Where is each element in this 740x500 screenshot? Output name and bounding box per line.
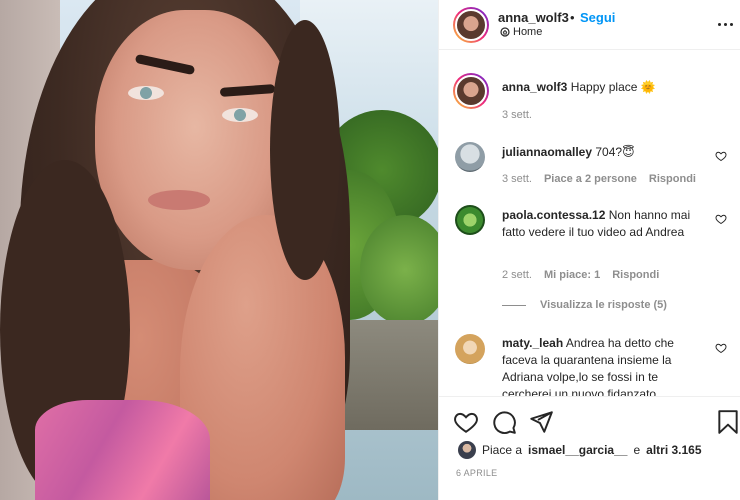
caption-username[interactable]: anna_wolf3 [502, 80, 567, 94]
comment-username[interactable]: paola.contessa.12 [502, 208, 605, 222]
photo-eye [222, 108, 258, 122]
photo-lips [148, 190, 210, 210]
likes-summary[interactable]: Piace a ismael__garcia__ e altri 3.165 [458, 441, 702, 459]
comment-text: juliannaomalley 704?😇 [502, 144, 707, 161]
likes-suffix: e [633, 443, 641, 457]
post-location[interactable]: Home [500, 26, 542, 38]
home-location-icon [500, 27, 510, 37]
view-replies-button[interactable]: Visualizza le risposte (5) [502, 299, 667, 311]
heart-icon[interactable] [715, 213, 727, 225]
post-date[interactable]: 6 APRILE [456, 468, 497, 478]
heart-icon[interactable] [453, 409, 479, 435]
comments-list[interactable]: anna_wolf3 Happy place 🌞 3 sett. juliann… [439, 51, 740, 396]
comment-meta: 3 sett. Piace a 2 persone Rispondi [502, 173, 696, 185]
caption-time[interactable]: 3 sett. [502, 109, 532, 121]
post-sidebar: anna_wolf3 • Segui Home anna_wolf3 Happy… [438, 0, 740, 500]
reply-button[interactable]: Rispondi [649, 173, 696, 185]
caption-emoji: 🌞 [640, 80, 656, 94]
comment-body: 704?😇 [595, 145, 635, 159]
post-photo[interactable] [0, 0, 438, 500]
separator-dot: • [570, 10, 575, 25]
heart-icon[interactable] [715, 150, 727, 162]
replies-divider [502, 304, 526, 306]
avatar[interactable] [455, 142, 485, 172]
comment-icon[interactable] [491, 409, 517, 435]
more-options-icon[interactable] [715, 14, 735, 34]
heart-icon[interactable] [715, 342, 727, 354]
caption-body: Happy place [570, 80, 638, 94]
view-replies-label: Visualizza le risposte (5) [540, 299, 667, 311]
likes-prefix: Piace a [482, 443, 523, 457]
avatar[interactable] [455, 334, 485, 364]
caption-text: anna_wolf3 Happy place 🌞 [502, 79, 707, 96]
comment-username[interactable]: maty._leah [502, 336, 563, 350]
likes-others[interactable]: altri 3.165 [646, 443, 701, 457]
avatar[interactable] [455, 205, 485, 235]
photo-hair-strand [270, 20, 340, 280]
comment-likes[interactable]: Piace a 2 persone [544, 173, 637, 185]
avatar[interactable] [453, 73, 489, 109]
location-label: Home [513, 26, 543, 38]
avatar[interactable] [453, 7, 489, 43]
reply-button[interactable]: Rispondi [612, 269, 659, 281]
share-icon[interactable] [528, 409, 554, 435]
follow-button[interactable]: Segui [580, 10, 615, 25]
comment-time[interactable]: 2 sett. [502, 269, 532, 281]
comment-time[interactable]: 3 sett. [502, 173, 532, 185]
comment-likes[interactable]: Mi piace: 1 [544, 269, 600, 281]
photo-swimsuit [35, 400, 210, 500]
photo-eye [128, 86, 164, 100]
comment-username[interactable]: juliannaomalley [502, 145, 592, 159]
caption-meta: 3 sett. [502, 109, 532, 121]
comment-text: maty._leah Andrea ha detto che faceva la… [502, 335, 707, 396]
post-header: anna_wolf3 • Segui Home [439, 0, 740, 50]
post-author-username[interactable]: anna_wolf3 [498, 10, 569, 25]
post-actions: Piace a ismael__garcia__ e altri 3.165 6… [439, 396, 740, 500]
comment-text: paola.contessa.12 Non hanno mai fatto ve… [502, 207, 707, 241]
likes-user[interactable]: ismael__garcia__ [528, 443, 627, 457]
comment-meta: 2 sett. Mi piace: 1 Rispondi [502, 269, 659, 281]
avatar [458, 441, 476, 459]
bookmark-icon[interactable] [715, 409, 740, 435]
